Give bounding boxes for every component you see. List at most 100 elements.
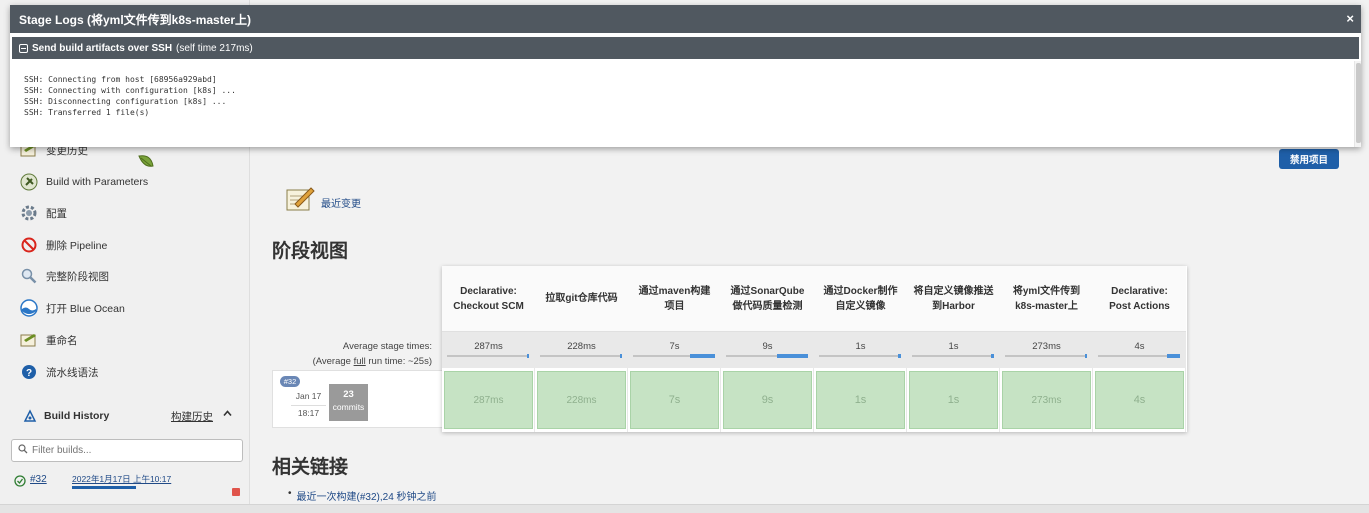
modal-title: Stage Logs (将yml文件传到k8s-master上) (19, 12, 252, 27)
log-step-time: (self time 217ms) (176, 42, 253, 54)
stage-cell[interactable]: 273ms (1002, 371, 1091, 429)
stage-progress-bar (1098, 354, 1180, 358)
stage-column: Declarative: Post Actions 4s 4s (1093, 266, 1186, 432)
sidebar-item-label: 打开 Blue Ocean (46, 302, 125, 315)
blue-ocean-icon (20, 299, 38, 317)
scroll-thumb[interactable] (1356, 63, 1361, 143)
chevron-up-icon[interactable] (222, 408, 233, 422)
stage-column: 拉取git仓库代码 228ms 228ms (535, 266, 628, 432)
sidebar-item-label: 删除 Pipeline (46, 239, 108, 252)
stage-average: 287ms (442, 332, 535, 368)
full-link[interactable]: full (354, 356, 366, 367)
notepad-icon (285, 184, 315, 217)
stage-progress-bar (726, 354, 808, 358)
sidebar-item-label: 重命名 (46, 334, 78, 347)
last-build-link[interactable]: 最近一次构建(#32),24 秒钟之前 (297, 488, 437, 503)
build-history-icon (23, 409, 37, 423)
stage-cell[interactable]: 9s (723, 371, 812, 429)
sidebar-item-label: 配置 (46, 207, 67, 220)
stage-progress-bar (1005, 354, 1087, 358)
disable-project-button[interactable]: 禁用项目 (1279, 149, 1339, 169)
sidebar-item-label: 完整阶段视图 (46, 270, 109, 283)
stage-average: 4s (1093, 332, 1186, 368)
stage-progress-bar (540, 354, 622, 358)
stage-cell[interactable]: 1s (909, 371, 998, 429)
modal-scrollbar[interactable] (1354, 61, 1361, 147)
sidebar-item-label: 流水线语法 (46, 366, 99, 379)
sidebar-item-configure[interactable]: 配置 (20, 202, 67, 224)
stage-average: 7s (628, 332, 721, 368)
stage-average-value: 4s (1134, 341, 1145, 352)
stage-progress-fill (1085, 354, 1087, 358)
help-icon: ? (20, 363, 38, 381)
stage-header: 通过Docker制作自定义镜像 (814, 266, 907, 332)
sidebar-item-build-with-parameters[interactable]: Build with Parameters (20, 171, 148, 193)
stage-header: 拉取git仓库代码 (535, 266, 628, 332)
filter-builds-field[interactable] (11, 439, 243, 462)
stage-progress-fill (690, 354, 715, 358)
sidebar-item-rename[interactable]: 重命名 (20, 329, 78, 351)
success-icon (14, 475, 26, 490)
stage-header: Declarative: Checkout SCM (442, 266, 535, 332)
stage-average: 1s (814, 332, 907, 368)
stage-column: 通过maven构建项目 7s 7s (628, 266, 721, 432)
build-number-link[interactable]: #32 (30, 474, 47, 485)
build-date-day: Jan 17 (295, 391, 322, 401)
stage-cell[interactable]: 4s (1095, 371, 1184, 429)
modal-title-bar: Stage Logs (将yml文件传到k8s-master上) × (10, 5, 1361, 33)
sidebar-item-full-stage-view[interactable]: 完整阶段视图 (20, 265, 109, 287)
stage-average-value: 228ms (567, 341, 596, 352)
stage-average: 228ms (535, 332, 628, 368)
build-history-row[interactable]: #32 2022年1月17日 上午10:17 (14, 472, 246, 498)
log-output: SSH: Connecting from host [68956a929abd]… (24, 75, 236, 117)
stage-cell[interactable]: 287ms (444, 371, 533, 429)
sidebar-item-delete-pipeline[interactable]: 删除 Pipeline (20, 234, 107, 256)
stop-build-icon[interactable] (232, 488, 240, 496)
magnifier-icon (20, 267, 38, 285)
stage-column: 通过Docker制作自定义镜像 1s 1s (814, 266, 907, 432)
stage-column: 将yml文件传到k8s-master上 273ms 273ms (1000, 266, 1093, 432)
recent-changes-link[interactable]: 最近变更 (285, 184, 361, 217)
stage-cell[interactable]: 228ms (537, 371, 626, 429)
stage-header: 通过maven构建项目 (628, 266, 721, 332)
build-time-link[interactable]: 2022年1月17日 上午10:17 (72, 473, 171, 485)
build-row-card[interactable]: #32 Jan 17 18:17 23 commits (272, 370, 443, 428)
stage-header: 通过SonarQube做代码质量检测 (721, 266, 814, 332)
stage-cell[interactable]: 7s (630, 371, 719, 429)
commits-badge[interactable]: 23 commits (329, 384, 368, 421)
stage-cell[interactable]: 1s (816, 371, 905, 429)
stage-progress-fill (990, 354, 994, 358)
sidebar-item-blue-ocean[interactable]: 打开 Blue Ocean (20, 297, 125, 319)
log-step-header[interactable]: Send build artifacts over SSH (self time… (12, 37, 1359, 59)
collapse-icon[interactable] (19, 43, 28, 53)
average-stage-times: Average stage times: (342, 341, 432, 352)
build-history-link[interactable]: 构建历史 (171, 409, 213, 424)
related-links-title: 相关链接 (272, 457, 349, 478)
last-build-item: • 最近一次构建(#32),24 秒钟之前 (288, 488, 437, 503)
svg-text:?: ? (26, 368, 32, 379)
build-date: Jan 17 18:17 (291, 390, 326, 420)
build-badge[interactable]: #32 (280, 376, 300, 387)
sidebar-item-pipeline-syntax[interactable]: ? 流水线语法 (20, 361, 99, 383)
bullet: • (288, 488, 292, 499)
close-icon[interactable]: × (1346, 11, 1354, 26)
stage-average-value: 7s (669, 341, 680, 352)
search-icon (18, 444, 28, 457)
build-date-time: 18:17 (297, 407, 320, 418)
stage-column: Declarative: Checkout SCM 287ms 287ms (442, 266, 535, 432)
commits-count: 23 (343, 389, 354, 400)
commits-label: commits (332, 401, 365, 412)
stage-header: 将yml文件传到k8s-master上 (1000, 266, 1093, 332)
sidebar-item-label: Build with Parameters (46, 176, 149, 188)
log-step-name: Send build artifacts over SSH (32, 42, 173, 54)
gear-icon (20, 204, 38, 222)
stage-header: Declarative: Post Actions (1093, 266, 1186, 332)
average-full-run-time: (Average full run time: ~25s) (312, 355, 432, 367)
bottom-scrollbar[interactable] (0, 504, 1369, 513)
build-params-icon (20, 173, 38, 191)
stage-average: 1s (907, 332, 1000, 368)
notepad-icon (20, 331, 38, 349)
filter-builds-input[interactable] (32, 445, 232, 456)
stage-average-value: 9s (762, 341, 773, 352)
stage-average: 9s (721, 332, 814, 368)
